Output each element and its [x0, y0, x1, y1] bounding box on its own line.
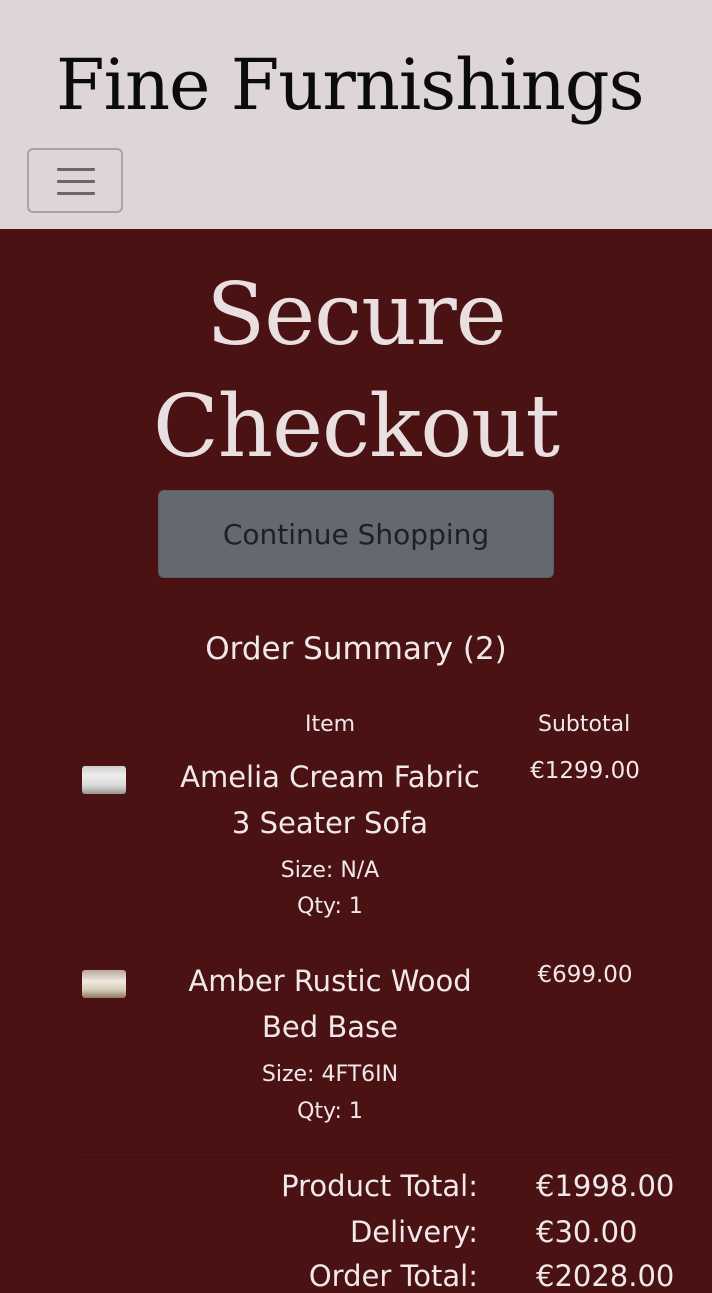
brand-logo-text[interactable]: Fine Furnishings [56, 40, 645, 130]
menu-toggle-button[interactable] [27, 148, 123, 213]
page-title: Secure Checkout [0, 259, 712, 483]
order-item-name: Amber Rustic Wood Bed Base [188, 964, 472, 1044]
order-total-value: €2028.00 [536, 1259, 675, 1293]
delivery-value: €30.00 [536, 1215, 638, 1249]
order-item-name: Amelia Cream Fabric 3 Seater Sofa [180, 760, 480, 840]
product-total-value: €1998.00 [536, 1169, 675, 1203]
bed-base-thumbnail-image[interactable] [82, 970, 126, 998]
hamburger-menu-icon [57, 167, 95, 197]
page-title-text: Secure Checkout [152, 265, 560, 477]
column-header-subtotal: Subtotal [538, 712, 631, 737]
order-item-qty: Qty: 1 [297, 894, 363, 919]
column-header-item: Item [305, 712, 356, 737]
product-total-label: Product Total: [281, 1169, 478, 1203]
order-item-subtotal: €699.00 [537, 962, 633, 988]
order-item-size: Size: 4FT6IN [261, 1062, 399, 1087]
totals-divider [82, 1157, 672, 1158]
continue-shopping-button[interactable]: Continue Shopping [158, 490, 554, 578]
sofa-thumbnail-image[interactable] [82, 766, 126, 794]
order-summary-heading: Order Summary (2) [205, 631, 507, 667]
order-item-size: Size: N/A [280, 858, 380, 883]
checkout-main: Secure Checkout Continue Shopping Order … [0, 229, 712, 1293]
order-total-label: Order Total: [308, 1259, 478, 1293]
site-header: Fine Furnishings [0, 0, 712, 229]
order-item-subtotal: €1299.00 [530, 758, 640, 784]
delivery-label: Delivery: [349, 1215, 478, 1249]
order-item-qty: Qty: 1 [297, 1099, 363, 1124]
